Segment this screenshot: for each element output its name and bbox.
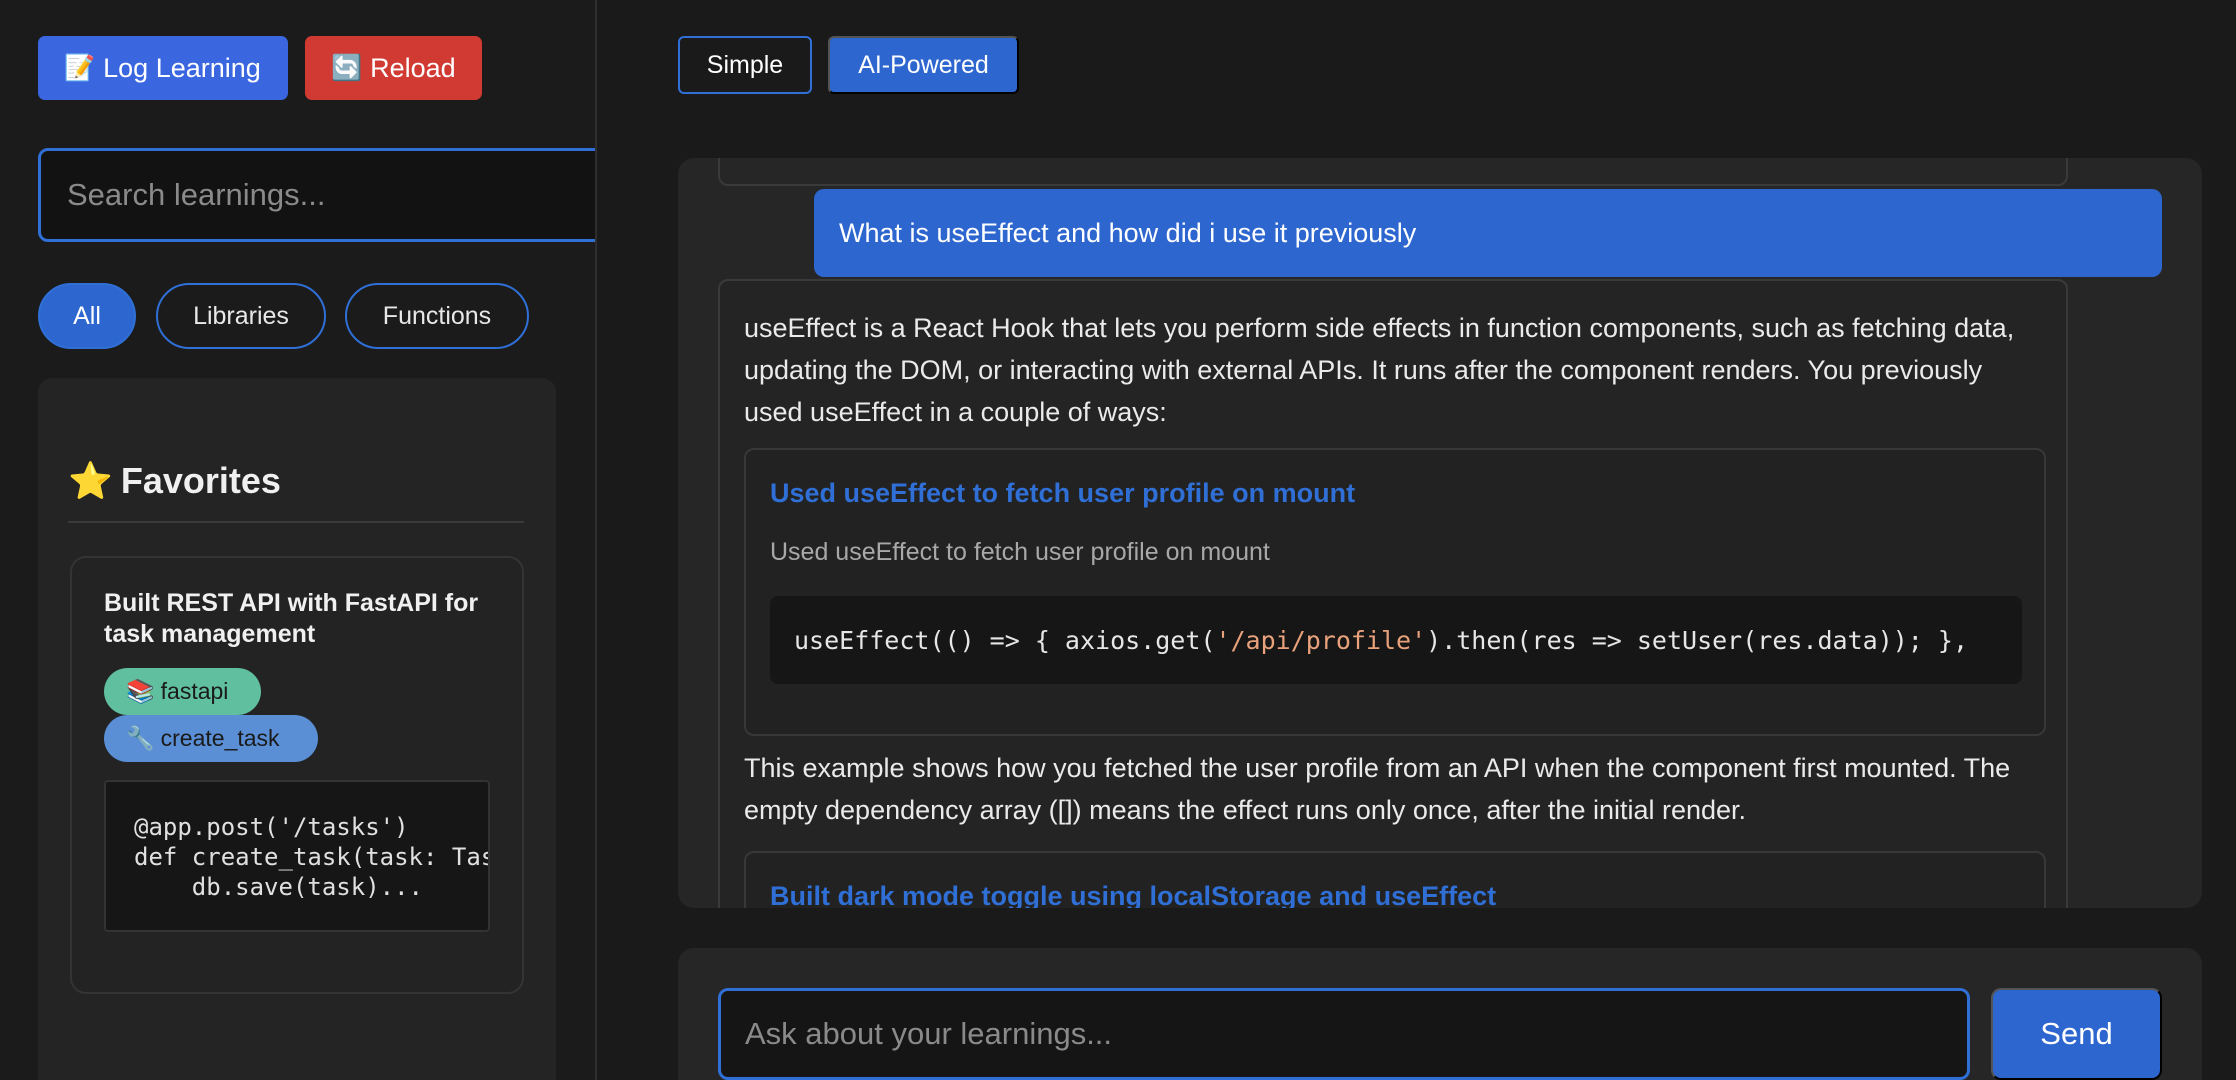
- user-message: What is useEffect and how did i use it p…: [814, 189, 2162, 277]
- mode-simple-button[interactable]: Simple: [678, 36, 812, 94]
- reload-icon: 🔄: [331, 53, 363, 82]
- user-message-text: What is useEffect and how did i use it p…: [839, 217, 1417, 248]
- log-learning-label: Log Learning: [103, 52, 261, 83]
- tag-function[interactable]: 🔧 create_task: [104, 715, 318, 762]
- filter-libraries-label: Libraries: [193, 301, 289, 330]
- favorites-title-text: Favorites: [120, 460, 281, 501]
- filter-all[interactable]: All: [38, 283, 136, 349]
- favorite-code-snippet: @app.post('/tasks') def create_task(task…: [104, 780, 490, 932]
- reference-code: useEffect(() => { axios.get('/api/profil…: [770, 596, 2022, 684]
- send-button[interactable]: Send: [1991, 988, 2162, 1080]
- app-root: 📝 Log Learning 🔄 Reload All Libraries Fu…: [0, 0, 2236, 1080]
- favorite-card[interactable]: Built REST API with FastAPI for task man…: [70, 556, 524, 994]
- favorites-title: ⭐ Favorites: [68, 460, 281, 502]
- tag-library-label: fastapi: [160, 678, 229, 704]
- previous-message: [718, 158, 2068, 186]
- reload-button[interactable]: 🔄 Reload: [305, 36, 482, 100]
- mode-ai-label: AI-Powered: [858, 50, 989, 79]
- books-icon: 📚: [126, 678, 155, 704]
- favorite-card-title: Built REST API with FastAPI for task man…: [104, 589, 479, 648]
- reference-subtitle: Used useEffect to fetch user profile on …: [770, 538, 1270, 566]
- ask-input[interactable]: [718, 988, 1970, 1080]
- filter-libraries[interactable]: Libraries: [156, 283, 326, 349]
- reference-title[interactable]: Built dark mode toggle using localStorag…: [770, 881, 1496, 908]
- chat-panel[interactable]: What is useEffect and how did i use it p…: [678, 158, 2202, 908]
- send-label: Send: [2040, 1016, 2113, 1051]
- sidebar: 📝 Log Learning 🔄 Reload All Libraries Fu…: [0, 0, 597, 1080]
- assistant-message: useEffect is a React Hook that lets you …: [718, 279, 2068, 908]
- reference-card: Built dark mode toggle using localStorag…: [744, 851, 2046, 908]
- filter-all-label: All: [73, 301, 101, 330]
- memo-icon: 📝: [64, 53, 96, 82]
- tag-function-label: create_task: [160, 725, 280, 751]
- code-string: '/api/profile': [1215, 625, 1427, 655]
- reference-title[interactable]: Used useEffect to fetch user profile on …: [770, 478, 1355, 509]
- favorites-divider: [68, 521, 524, 523]
- reference-card: Used useEffect to fetch user profile on …: [744, 448, 2046, 736]
- search-input[interactable]: [38, 148, 595, 242]
- tag-library[interactable]: 📚 fastapi: [104, 668, 261, 715]
- reload-label: Reload: [370, 52, 456, 83]
- wrench-icon: 🔧: [126, 725, 155, 751]
- mode-ai-button[interactable]: AI-Powered: [828, 36, 1019, 94]
- code-part: ).then(res => setUser(res.data)); },: [1426, 625, 1969, 655]
- mode-simple-label: Simple: [706, 50, 784, 79]
- favorites-panel: ⭐ Favorites Built REST API with FastAPI …: [38, 378, 556, 1080]
- composer: Send: [678, 948, 2202, 1080]
- log-learning-button[interactable]: 📝 Log Learning: [38, 36, 288, 100]
- assistant-followup-text: This example shows how you fetched the u…: [744, 753, 2011, 825]
- filter-functions-label: Functions: [382, 301, 492, 330]
- assistant-intro-text: useEffect is a React Hook that lets you …: [744, 313, 2015, 427]
- star-icon: ⭐: [68, 460, 113, 501]
- filter-functions[interactable]: Functions: [345, 283, 529, 349]
- code-part: useEffect(() => { axios.get(: [794, 625, 1216, 655]
